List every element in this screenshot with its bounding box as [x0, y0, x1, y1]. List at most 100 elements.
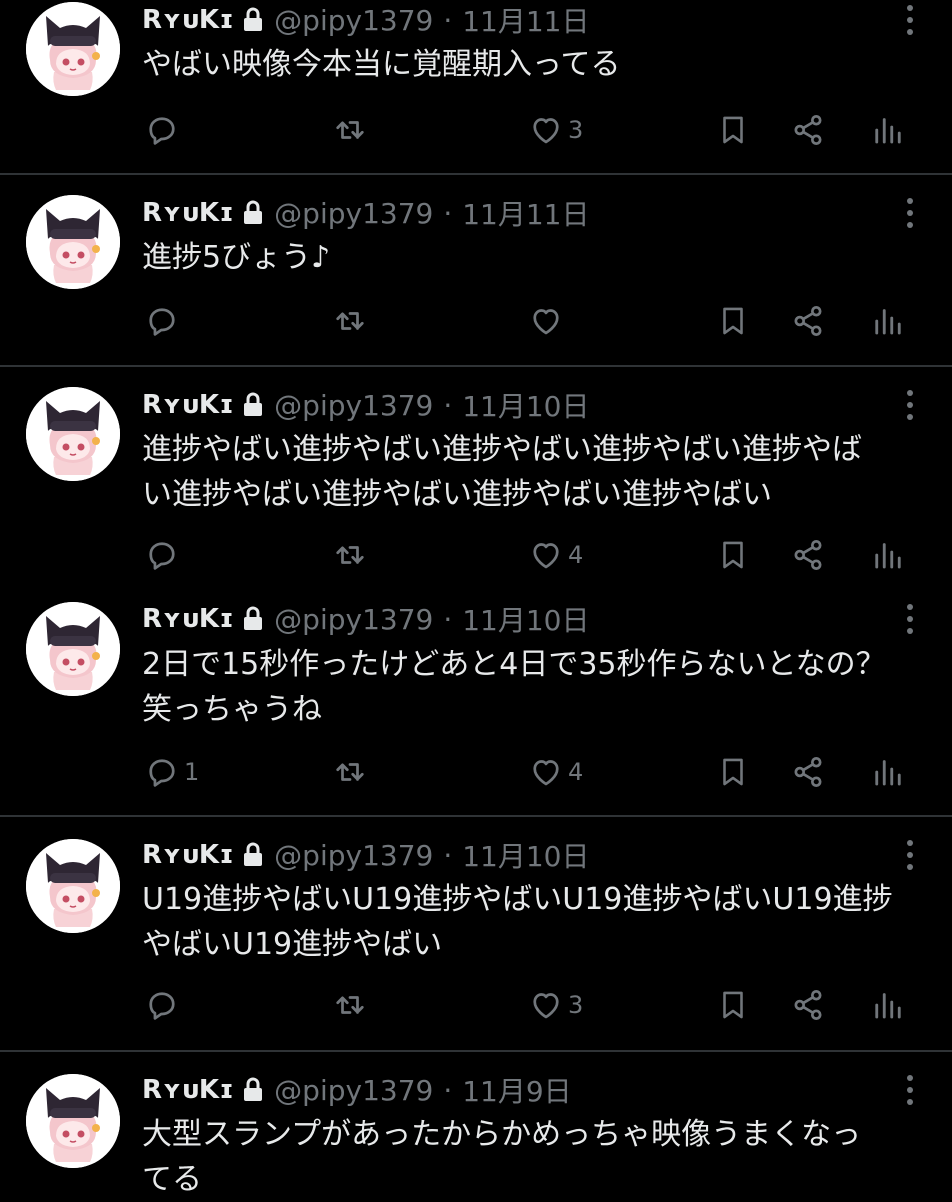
reply-button[interactable]	[144, 301, 184, 341]
more-icon[interactable]	[898, 1070, 922, 1110]
more-icon[interactable]	[898, 599, 922, 639]
tweet-date[interactable]: 11月10日	[462, 599, 589, 639]
tweet[interactable]: RʏᴜKɪ @pipy1379 · 11月11日 やばい映像今本当に覚醒期入って…	[0, 0, 952, 175]
avatar[interactable]	[26, 602, 120, 696]
analytics-icon	[870, 537, 906, 573]
avatar[interactable]	[26, 195, 120, 289]
bookmark-button[interactable]	[716, 985, 750, 1025]
avatar[interactable]	[26, 1074, 120, 1168]
user-handle[interactable]: @pipy1379	[274, 389, 433, 422]
reply-button[interactable]	[144, 535, 184, 575]
more-icon[interactable]	[898, 193, 922, 233]
user-handle[interactable]: @pipy1379	[274, 1074, 433, 1107]
retweet-button[interactable]	[332, 535, 372, 575]
tweet[interactable]: RʏᴜKɪ @pipy1379 · 11月10日 2日で15秒作ったけどあと4日…	[0, 592, 952, 817]
analytics-icon	[870, 112, 906, 148]
bookmark-button[interactable]	[716, 110, 750, 150]
reply-button[interactable]	[144, 110, 184, 150]
tweet-header: RʏᴜKɪ @pipy1379 · 11月10日	[142, 835, 590, 875]
reply-icon	[144, 987, 180, 1023]
bookmark-button[interactable]	[716, 752, 750, 792]
bookmark-button[interactable]	[716, 535, 750, 575]
display-name[interactable]: RʏᴜKɪ	[142, 604, 234, 634]
like-button[interactable]: 3	[528, 985, 583, 1025]
more-icon[interactable]	[898, 0, 922, 40]
like-button[interactable]: 4	[528, 535, 583, 575]
retweet-icon	[332, 537, 368, 573]
separator: ·	[443, 3, 453, 37]
retweet-button[interactable]	[332, 752, 372, 792]
retweet-icon	[332, 754, 368, 790]
retweet-button[interactable]	[332, 110, 372, 150]
avatar[interactable]	[26, 839, 120, 933]
user-handle[interactable]: @pipy1379	[274, 197, 433, 230]
more-icon[interactable]	[898, 385, 922, 425]
views-button[interactable]	[870, 535, 906, 575]
tweet[interactable]: RʏᴜKɪ @pipy1379 · 11月11日 進捗5びょう♪	[0, 175, 952, 367]
separator: ·	[443, 838, 453, 872]
like-button[interactable]	[528, 301, 568, 341]
tweet-date[interactable]: 11月10日	[462, 835, 589, 875]
bookmark-icon	[716, 303, 750, 339]
tweet-date[interactable]: 11月10日	[462, 385, 589, 425]
tweet-header: RʏᴜKɪ @pipy1379 · 11月11日	[142, 0, 590, 40]
tweet[interactable]: RʏᴜKɪ @pipy1379 · 11月9日 大型スランプがあったからかめっち…	[0, 1052, 952, 1200]
reply-icon	[144, 112, 180, 148]
retweet-button[interactable]	[332, 985, 372, 1025]
tweet-date[interactable]: 11月9日	[462, 1070, 571, 1110]
share-button[interactable]	[790, 301, 826, 341]
more-icon[interactable]	[898, 835, 922, 875]
heart-icon	[528, 987, 564, 1023]
reply-button[interactable]: 1	[144, 752, 199, 792]
tweet-text: 2日で15秒作ったけどあと4日で35秒作らないとなの？ 笑っちゃうね	[142, 647, 886, 727]
tweet[interactable]: RʏᴜKɪ @pipy1379 · 11月10日 進捗やばい進捗やばい進捗やばい…	[0, 367, 952, 592]
display-name[interactable]: RʏᴜKɪ	[142, 840, 234, 870]
bookmark-icon	[716, 987, 750, 1023]
separator: ·	[443, 1073, 453, 1107]
display-name[interactable]: RʏᴜKɪ	[142, 1075, 234, 1105]
views-button[interactable]	[870, 752, 906, 792]
like-count: 3	[568, 991, 584, 1019]
separator: ·	[443, 388, 453, 422]
user-handle[interactable]: @pipy1379	[274, 603, 433, 636]
avatar[interactable]	[26, 2, 120, 96]
tweet-header: RʏᴜKɪ @pipy1379 · 11月10日	[142, 385, 590, 425]
like-button[interactable]: 4	[528, 752, 583, 792]
share-icon	[790, 112, 826, 148]
bookmark-icon	[716, 112, 750, 148]
like-button[interactable]: 3	[528, 110, 583, 150]
heart-icon	[528, 303, 564, 339]
avatar[interactable]	[26, 387, 120, 481]
share-button[interactable]	[790, 752, 826, 792]
tweet-text: U19進捗やばいU19進捗やばいU19進捗やばいU19進捗 やばいU19進捗やば…	[142, 882, 893, 962]
reply-button[interactable]	[144, 985, 184, 1025]
bookmark-icon	[716, 537, 750, 573]
display-name[interactable]: RʏᴜKɪ	[142, 198, 234, 228]
tweet-date[interactable]: 11月11日	[462, 193, 589, 233]
tweet-actions: 3	[142, 985, 922, 1025]
tweet-header: RʏᴜKɪ @pipy1379 · 11月10日	[142, 599, 590, 639]
bookmark-icon	[716, 754, 750, 790]
reply-icon	[144, 303, 180, 339]
tweet-actions: 14	[142, 752, 922, 792]
share-button[interactable]	[790, 110, 826, 150]
tweet-text: 進捗やばい進捗やばい進捗やばい進捗やばい進捗やば い進捗やばい進捗やばい進捗やば…	[142, 432, 862, 512]
bookmark-button[interactable]	[716, 301, 750, 341]
lock-icon	[242, 392, 264, 418]
tweet-date[interactable]: 11月11日	[462, 0, 589, 40]
views-button[interactable]	[870, 985, 906, 1025]
user-handle[interactable]: @pipy1379	[274, 4, 433, 37]
display-name[interactable]: RʏᴜKɪ	[142, 390, 234, 420]
views-button[interactable]	[870, 110, 906, 150]
retweet-icon	[332, 987, 368, 1023]
views-button[interactable]	[870, 301, 906, 341]
retweet-button[interactable]	[332, 301, 372, 341]
like-count: 4	[568, 541, 584, 569]
share-button[interactable]	[790, 985, 826, 1025]
display-name[interactable]: RʏᴜKɪ	[142, 5, 234, 35]
share-icon	[790, 987, 826, 1023]
share-button[interactable]	[790, 535, 826, 575]
tweet[interactable]: RʏᴜKɪ @pipy1379 · 11月10日 U19進捗やばいU19進捗やば…	[0, 817, 952, 1052]
separator: ·	[443, 602, 453, 636]
user-handle[interactable]: @pipy1379	[274, 839, 433, 872]
